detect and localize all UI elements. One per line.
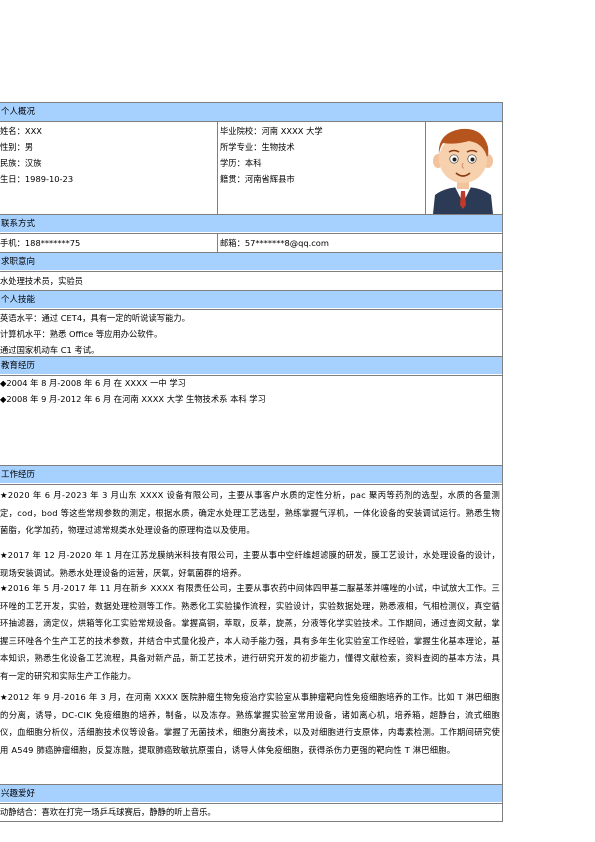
divider xyxy=(0,271,502,272)
work-item: ★2012 年 9 月-2016 年 3 月，在河南 XXXX 医院肿瘤生物免疫… xyxy=(0,692,500,755)
education-item: ◆2004 年 8 月-2008 年 6 月 在 XXXX 一中 学习 xyxy=(0,378,186,388)
personal-major: 所学专业：生物技术 xyxy=(220,142,295,152)
skill-item: 计算机水平：熟悉 Office 等应用办公软件。 xyxy=(0,329,163,339)
personal-degree: 学历：本科 xyxy=(220,158,262,168)
divider xyxy=(0,233,502,234)
work-item: ★2020 年 6 月-2023 年 3 月山东 XXXX 设备有限公司，主要从… xyxy=(0,490,500,535)
avatar-icon xyxy=(433,128,493,214)
personal-name: 姓名：XXX xyxy=(0,126,42,136)
personal-origin: 籍贯：河南省辉县市 xyxy=(220,174,295,184)
divider xyxy=(0,121,502,122)
section-header-personal: 个人概况 xyxy=(0,103,502,121)
personal-birthday: 生日：1989-10-23 xyxy=(0,174,74,184)
avatar xyxy=(425,125,502,214)
section-header-work: 工作经历 xyxy=(0,465,502,483)
section-header-education: 教育经历 xyxy=(0,356,502,374)
work-item: ★2016 年 5 月-2017 年 11 月在新乡 XXXX 有限责任公司，主… xyxy=(0,583,500,681)
personal-school: 毕业院校：河南 XXXX 大学 xyxy=(220,126,323,136)
divider xyxy=(0,309,502,310)
resume-table: 个人概况 姓名：XXX 性别：男 民族：汉族 生日：1989-10-23 毕业院… xyxy=(0,102,503,822)
personal-gender: 性别：男 xyxy=(0,142,34,152)
section-header-hobby: 兴趣爱好 xyxy=(0,784,502,802)
skill-item: 英语水平：通过 CET4，具有一定的听说读写能力。 xyxy=(0,313,190,323)
section-header-skills: 个人技能 xyxy=(0,290,502,308)
contact-email: 邮箱：57*******8@qq.com xyxy=(220,238,329,248)
section-header-intent: 求职意向 xyxy=(0,252,502,270)
skill-item: 通过国家机动车 C1 考试。 xyxy=(0,345,100,355)
contact-phone: 手机：188*******75 xyxy=(0,238,81,248)
section-header-contact: 联系方式 xyxy=(0,214,502,232)
divider xyxy=(0,375,502,376)
divider xyxy=(0,803,502,804)
personal-ethnicity: 民族：汉族 xyxy=(0,158,42,168)
education-item: ◆2008 年 9 月-2012 年 6 月 在河南 XXXX 大学 生物技术系… xyxy=(0,394,266,404)
divider xyxy=(217,121,218,214)
divider xyxy=(0,484,502,485)
hobby-text: 动静结合：喜欢在打完一场乒乓球赛后，静静的听上音乐。 xyxy=(0,807,216,817)
divider xyxy=(217,233,218,252)
intent-text: 水处理技术员，实验员 xyxy=(0,276,83,286)
work-item: ★2017 年 12 月-2020 年 1 月在江苏龙膜纳米科技有限公司，主要从… xyxy=(0,550,500,578)
